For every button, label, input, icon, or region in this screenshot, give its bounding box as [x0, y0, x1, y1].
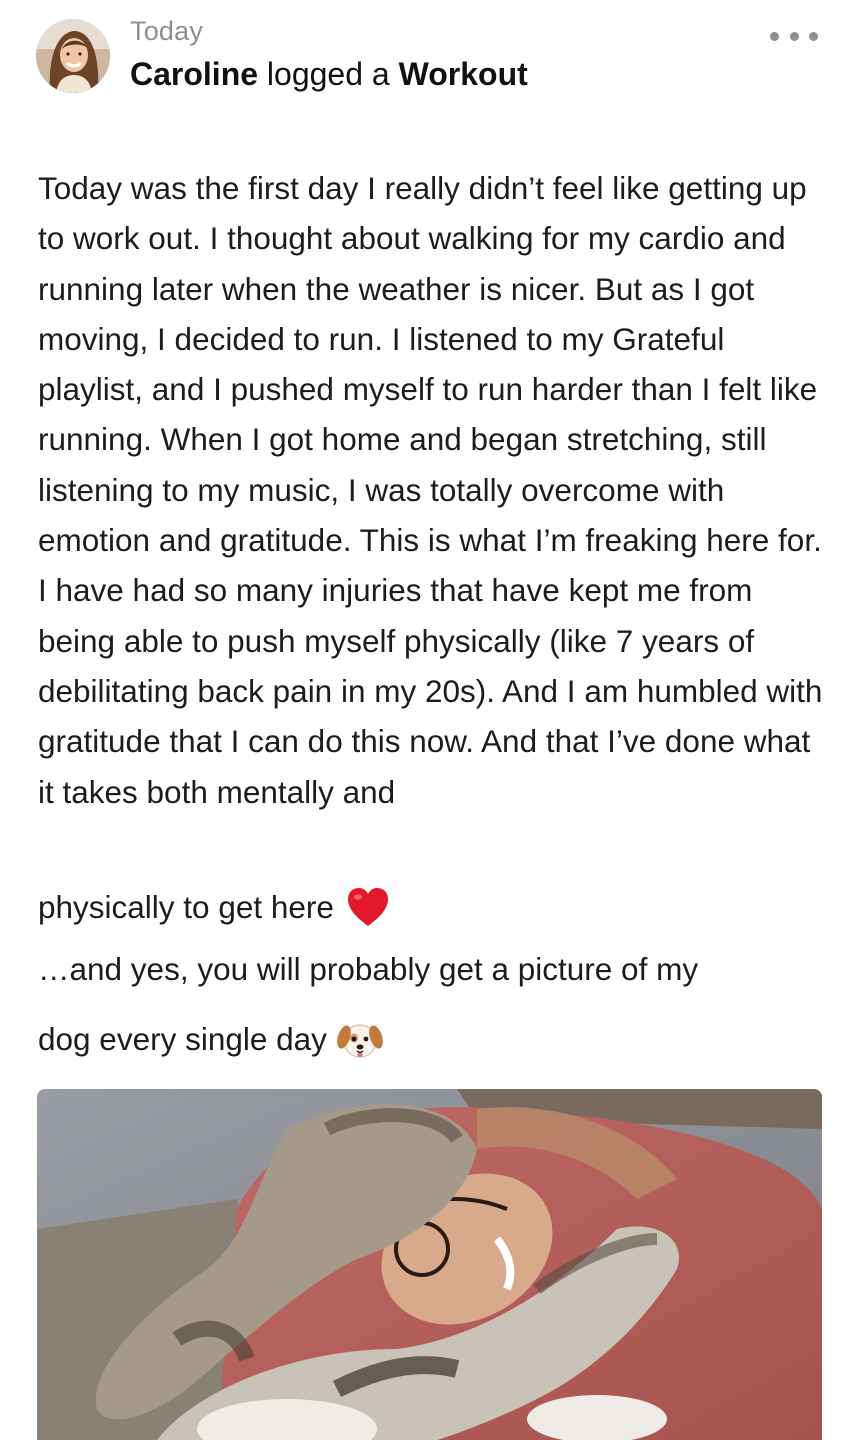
action-text: logged a [258, 56, 399, 92]
post-line-yes: …and yes, you will probably get a pictur… [38, 951, 698, 988]
post-body-paragraph: Today was the first day I really didn’t … [38, 170, 823, 810]
post-headline: Caroline logged a Workout [130, 56, 528, 93]
post-timestamp: Today [130, 16, 204, 46]
post-line-dog: dog every single day [38, 1018, 383, 1060]
post-text-yes: …and yes, you will probably get a pictur… [38, 951, 699, 987]
post-line-physically: physically to get here [38, 886, 390, 928]
ellipsis-icon [770, 31, 779, 41]
post-text-physically: physically to get here [38, 888, 334, 925]
photo-woman-with-dog-icon [37, 1089, 822, 1440]
post-header: Today Caroline logged a Workout [0, 0, 859, 120]
ellipsis-icon [789, 31, 799, 41]
red-heart-emoji-icon [347, 888, 388, 926]
author-avatar[interactable] [36, 19, 110, 93]
activity-type[interactable]: Workout [399, 56, 528, 92]
ellipsis-icon [809, 31, 818, 41]
post-text-dog: dog every single day [38, 1020, 327, 1057]
post-body: Today was the first day I really didn’t … [38, 163, 828, 817]
dog-face-emoji-icon [337, 1024, 383, 1058]
avatar-image-icon [36, 19, 110, 93]
more-options-button[interactable] [770, 22, 818, 50]
post-photo[interactable] [37, 1089, 822, 1440]
author-name[interactable]: Caroline [130, 56, 258, 92]
